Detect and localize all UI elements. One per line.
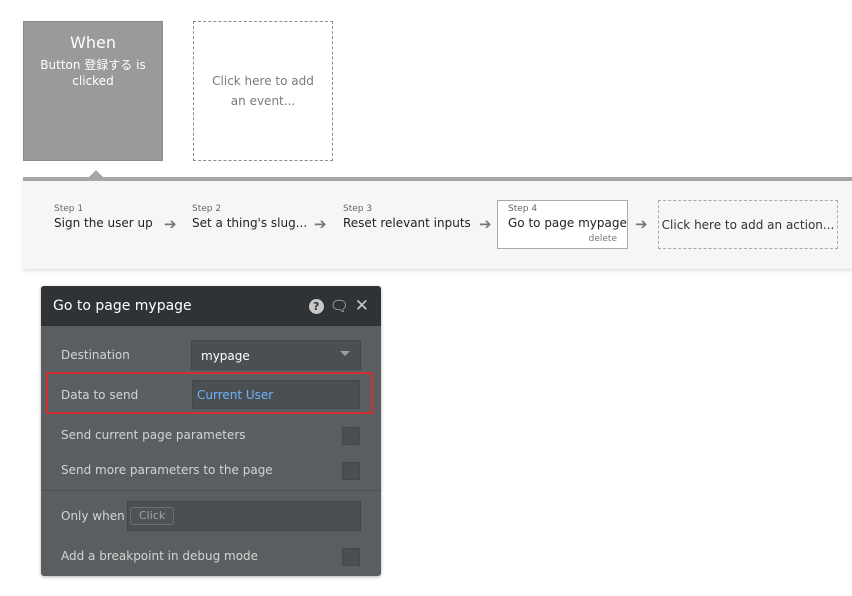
delete-step-link[interactable]: delete [589, 234, 617, 244]
workflow-steps-bar: Step 1 Sign the user up ➔ Step 2 Set a t… [23, 177, 852, 269]
destination-value: mypage [201, 349, 250, 363]
send-more-params-checkbox[interactable] [342, 462, 360, 480]
breakpoint-label: Add a breakpoint in debug mode [61, 549, 259, 563]
step-label: Reset relevant inputs [343, 216, 471, 230]
breakpoint-checkbox[interactable] [342, 548, 360, 566]
add-event-button[interactable]: Click here to add an event... [193, 21, 333, 161]
send-more-params-label: Send more parameters to the page [61, 463, 273, 477]
comment-icon[interactable]: 🗨 [330, 298, 349, 314]
step-number: Step 3 [343, 204, 373, 214]
selected-event-indicator [89, 170, 103, 177]
step-number: Step 1 [54, 204, 84, 214]
step-label: Set a thing's slug... [192, 216, 308, 230]
step-number: Step 4 [508, 204, 538, 214]
add-event-label: Click here to add an event... [212, 74, 314, 108]
event-card[interactable]: When Button 登録する is clicked [23, 21, 163, 161]
panel-title: Go to page mypage [53, 298, 192, 314]
step-number: Step 2 [192, 204, 222, 214]
highlight-box [46, 372, 373, 414]
close-icon[interactable]: ✕ [355, 297, 369, 314]
help-icon[interactable]: ? [308, 298, 324, 314]
arrow-right-icon: ➔ [479, 215, 492, 233]
chevron-down-icon [340, 351, 350, 356]
arrow-right-icon: ➔ [314, 215, 327, 233]
destination-label: Destination [61, 348, 130, 362]
event-title: When [70, 33, 116, 52]
send-current-params-label: Send current page parameters [61, 428, 246, 442]
add-action-button[interactable]: Click here to add an action... [658, 200, 838, 249]
arrow-right-icon: ➔ [635, 215, 648, 233]
only-when-label: Only when [61, 509, 125, 523]
panel-divider [41, 490, 381, 491]
add-action-label: Click here to add an action... [661, 217, 835, 232]
step-3[interactable]: Step 3 Reset relevant inputs [343, 204, 471, 231]
event-description: Button 登録する is clicked [40, 58, 146, 88]
send-current-params-checkbox[interactable] [342, 427, 360, 445]
arrow-right-icon: ➔ [164, 215, 177, 233]
step-1[interactable]: Step 1 Sign the user up [54, 204, 153, 231]
step-label: Go to page mypage [508, 216, 627, 230]
only-when-placeholder[interactable]: Click [130, 507, 175, 525]
step-4[interactable]: Step 4 Go to page mypage delete [497, 200, 628, 249]
destination-dropdown[interactable]: mypage [191, 340, 361, 370]
step-label: Sign the user up [54, 216, 153, 230]
step-2[interactable]: Step 2 Set a thing's slug... [192, 204, 307, 231]
panel-header: Go to page mypage ? 🗨 ✕ [41, 286, 381, 326]
